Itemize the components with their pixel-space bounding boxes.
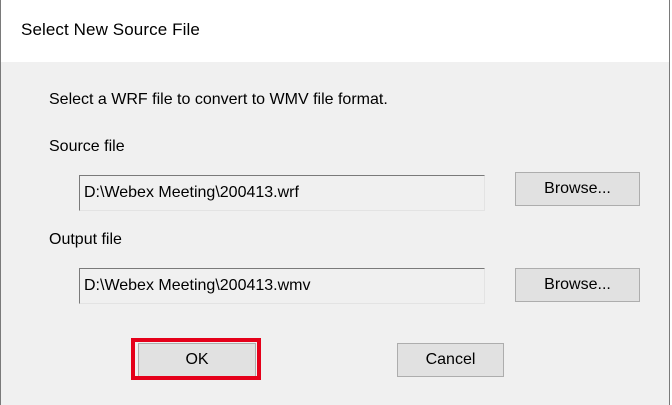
dialog-title: Select New Source File [21,20,200,39]
ok-button-highlight [131,338,261,380]
source-browse-button[interactable]: Browse... [515,172,640,206]
dialog-window: Select New Source File Select a WRF file… [0,0,670,405]
output-file-label: Output file [49,231,122,248]
source-file-field[interactable]: D:\Webex Meeting\200413.wrf [79,175,485,211]
dialog-title-bar[interactable]: Select New Source File [1,0,669,62]
source-file-label: Source file [49,138,125,155]
output-file-field[interactable]: D:\Webex Meeting\200413.wmv [79,268,485,304]
output-browse-button[interactable]: Browse... [515,268,640,302]
cancel-button[interactable]: Cancel [397,343,504,377]
instruction-text: Select a WRF file to convert to WMV file… [49,91,388,108]
